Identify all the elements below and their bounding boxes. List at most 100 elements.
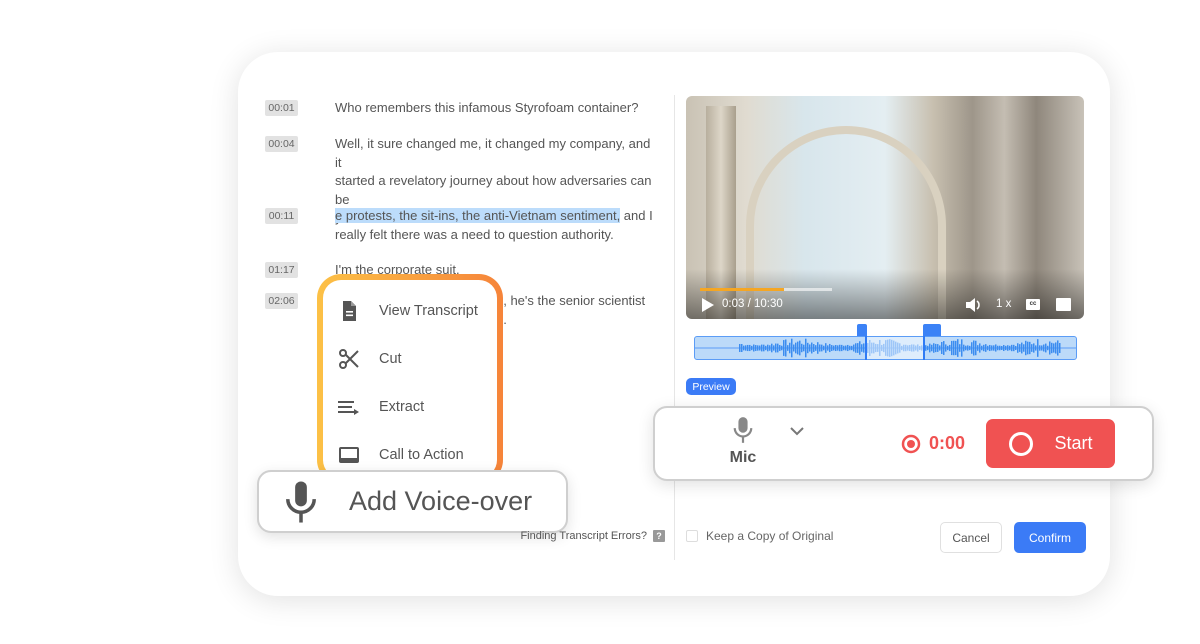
wave-bar [1041,345,1043,351]
wave-bar [1051,342,1053,354]
transcript-errors-link[interactable]: Finding Transcript Errors? [520,530,647,542]
video-progress-track[interactable] [700,288,832,291]
wave-bar [971,342,973,354]
wave-bar [761,344,763,352]
wave-bar [791,338,793,358]
timestamp[interactable]: 00:11 [265,208,298,224]
keep-copy-checkbox[interactable] [686,530,698,542]
timestamp[interactable]: 00:04 [265,136,298,152]
video-player[interactable]: 0:03 / 10:30 1 x cc [686,96,1084,319]
transcript-line: really felt there was a need to question… [335,226,614,242]
wave-bar [755,345,757,351]
wave-bar [747,344,749,352]
volume-icon[interactable] [966,298,982,312]
fullscreen-icon[interactable] [1056,298,1071,311]
video-controls [686,269,1084,319]
trim-start-handle[interactable] [857,324,867,336]
wave-bar [951,340,953,356]
transcript-line[interactable]: Who remembers this infamous Styrofoam co… [335,99,655,118]
wave-bar [1017,343,1019,353]
wave-bar [925,345,927,351]
timestamp[interactable]: 02:06 [265,293,298,309]
menu-item-call-to-action[interactable]: Call to Action [337,442,464,468]
preview-button[interactable]: Preview [686,378,736,395]
wave-bar [859,341,861,355]
start-recording-button[interactable]: Start [986,419,1115,468]
microphone-icon [286,480,316,523]
wave-bar [1003,344,1005,352]
wave-bar [797,341,799,355]
wave-bar [947,345,949,351]
wave-bar [927,345,929,351]
wave-bar [767,344,769,352]
wave-bar [987,345,989,351]
menu-item-label: View Transcript [379,303,478,319]
wave-bar [763,344,765,352]
keep-copy-label[interactable]: Keep a Copy of Original [706,529,833,543]
wave-bar [843,345,845,351]
wave-bar [963,344,965,352]
transcript-text: and I [620,208,653,223]
wave-bar [1023,344,1025,352]
wave-bar [779,345,781,351]
menu-item-extract[interactable]: Extract [337,394,424,420]
wave-bar [1005,345,1007,351]
wave-bar [805,338,807,358]
wave-bar [979,343,981,353]
wave-bar [1057,340,1059,356]
selected-text[interactable]: e protests, the sit-ins, the anti-Vietna… [335,208,621,223]
wave-bar [857,343,859,353]
chevron-down-icon[interactable] [789,426,805,436]
wave-bar [1009,345,1011,351]
wave-bar [1047,345,1049,351]
add-voice-over-button[interactable]: Add Voice-over [257,470,568,533]
wave-bar [929,343,931,353]
timestamp[interactable]: 00:01 [265,100,298,116]
timestamp[interactable]: 01:17 [265,262,298,278]
wave-bar [1001,345,1003,351]
wave-bar [785,339,787,357]
audio-waveform[interactable] [694,336,1077,360]
wave-bar [849,345,851,351]
menu-item-cut[interactable]: Cut [337,346,402,372]
confirm-button[interactable]: Confirm [1014,522,1086,553]
wave-bar [739,344,741,352]
help-icon[interactable]: ? [653,530,665,542]
transcript-paragraph[interactable]: e protests, the sit-ins, the anti-Vietna… [335,207,655,244]
wave-bar [861,344,863,352]
wave-bar [1025,340,1027,356]
trim-end-line [923,336,925,360]
playback-speed[interactable]: 1 x [996,298,1011,310]
play-icon[interactable] [702,298,714,312]
captions-icon[interactable]: cc [1026,299,1040,310]
wave-bar [749,344,751,352]
scissors-icon [339,349,359,369]
wave-bar [845,345,847,351]
wave-bar [967,345,969,351]
mic-label: Mic [729,449,757,466]
transcript-paragraph[interactable]: n, he's the senior scientist e. [496,292,666,329]
wave-bar [945,344,947,352]
video-progress-fill [700,288,784,291]
wave-bar [789,342,791,354]
wave-bar [961,339,963,357]
cancel-button[interactable]: Cancel [940,522,1002,553]
mic-source-selector[interactable]: Mic [715,416,771,472]
wave-bar [801,343,803,353]
menu-item-view-transcript[interactable]: View Transcript [337,298,478,324]
wave-bar [833,345,835,351]
wave-bar [981,345,983,351]
wave-bar [853,344,855,352]
wave-bar [815,345,817,351]
wave-bar [1013,344,1015,352]
wave-bar [745,345,747,351]
wave-bar [939,345,941,351]
wave-bar [829,343,831,353]
wave-bar [847,344,849,352]
wave-bar [795,342,797,354]
wave-bar [969,345,971,351]
wave-bar [1043,344,1045,352]
wave-bar [955,340,957,356]
wave-bar [953,340,955,356]
trim-end-handle[interactable] [923,324,941,336]
